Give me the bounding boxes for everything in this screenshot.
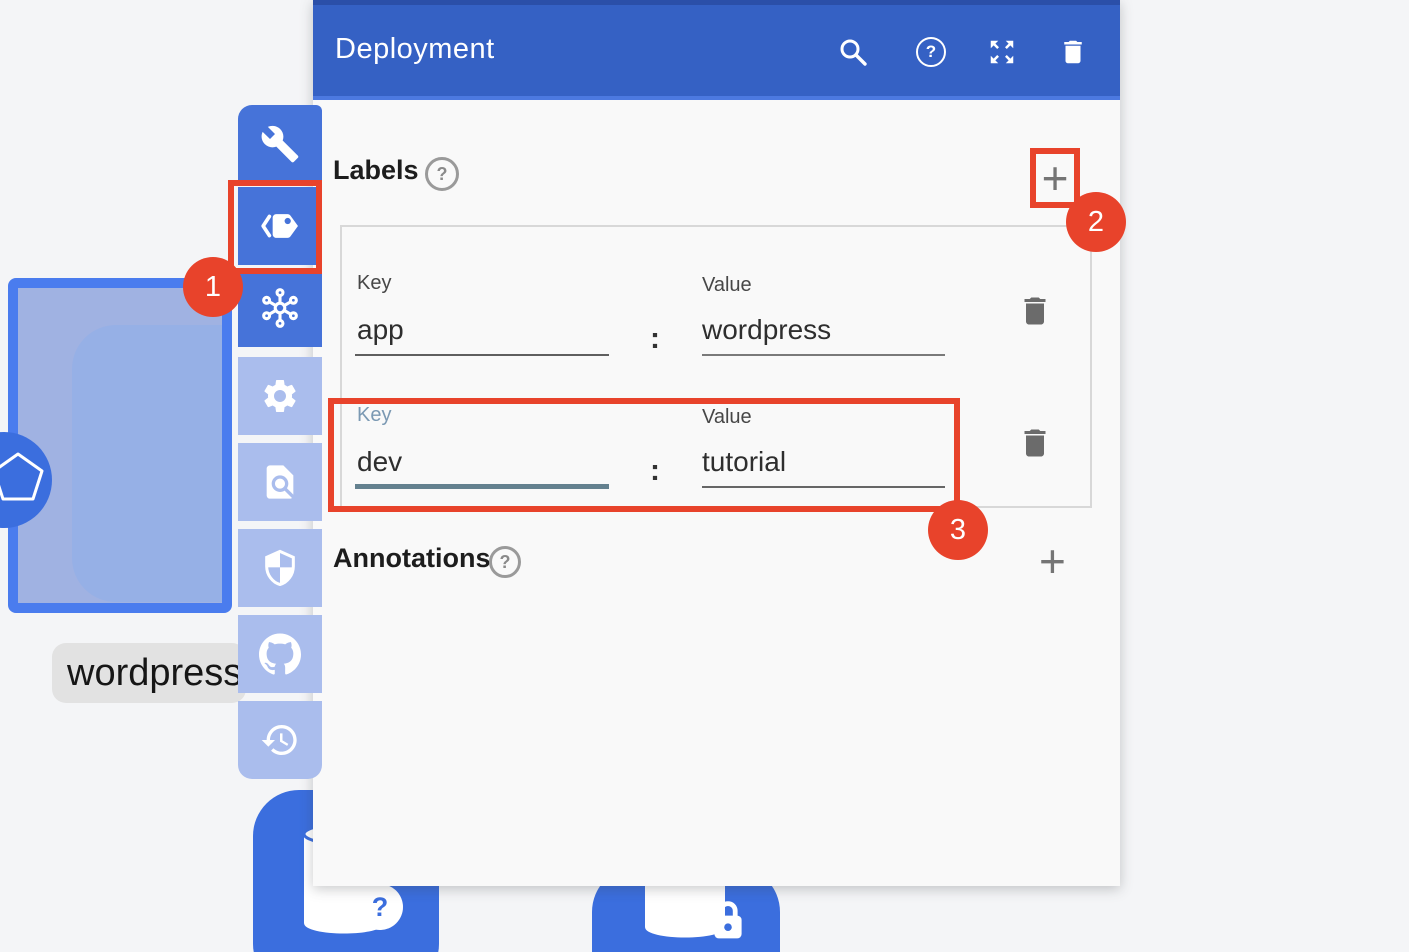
annotations-section-title: Annotations bbox=[333, 543, 490, 574]
sidebar-item-build[interactable] bbox=[238, 105, 322, 183]
trash-icon[interactable] bbox=[1058, 37, 1088, 67]
pod-port-circle[interactable] bbox=[0, 432, 52, 528]
hub-icon bbox=[258, 286, 302, 330]
delete-row-icon[interactable] bbox=[1017, 425, 1053, 461]
sidebar-item-network[interactable] bbox=[238, 269, 322, 347]
annotations-help-icon[interactable]: ? bbox=[489, 546, 521, 578]
step3-highlight-box bbox=[328, 398, 960, 512]
help-icon[interactable]: ? bbox=[916, 37, 946, 67]
step1-number: 1 bbox=[205, 271, 221, 304]
question-badge-text: ? bbox=[372, 892, 389, 923]
expand-icon[interactable] bbox=[987, 37, 1017, 67]
step2-highlight-box: + bbox=[1030, 148, 1080, 208]
panel-title: Deployment bbox=[335, 33, 495, 66]
annotations-help-text: ? bbox=[500, 552, 511, 573]
step2-badge: 2 bbox=[1066, 192, 1126, 252]
github-icon bbox=[259, 633, 301, 675]
value-input-underline bbox=[702, 354, 945, 356]
sidebar-item-security[interactable] bbox=[238, 529, 322, 607]
sidebar-item-github[interactable] bbox=[238, 615, 322, 693]
doc-search-icon bbox=[260, 462, 300, 502]
step3-badge: 3 bbox=[928, 500, 988, 560]
labels-help-text: ? bbox=[437, 164, 448, 185]
add-label-button[interactable]: + bbox=[1042, 155, 1069, 201]
step1-badge: 1 bbox=[183, 257, 243, 317]
panel-header-top-strip bbox=[313, 0, 1120, 5]
question-badge: ? bbox=[357, 884, 403, 930]
value-field-label: Value bbox=[702, 274, 752, 297]
gear-icon bbox=[260, 376, 300, 416]
labels-section-title: Labels bbox=[333, 155, 419, 186]
delete-row-icon[interactable] bbox=[1017, 293, 1053, 329]
step1-highlight-box bbox=[228, 180, 322, 274]
node-name-text: wordpress bbox=[67, 652, 242, 695]
colon-separator: : bbox=[650, 322, 660, 356]
step3-number: 3 bbox=[950, 514, 966, 547]
sidebar-item-settings[interactable] bbox=[238, 357, 322, 435]
key-input-underline bbox=[355, 354, 609, 356]
key-field-label: Key bbox=[357, 272, 391, 295]
wrench-icon bbox=[260, 124, 300, 164]
search-icon[interactable] bbox=[838, 37, 868, 67]
sidebar-item-history[interactable] bbox=[238, 701, 322, 779]
labels-help-icon[interactable]: ? bbox=[425, 157, 459, 191]
panel-header: Deployment ? bbox=[313, 0, 1120, 100]
deployment-node-inner bbox=[72, 325, 232, 602]
lock-icon bbox=[704, 894, 752, 946]
key-input[interactable]: app bbox=[357, 314, 404, 346]
history-icon bbox=[260, 720, 300, 760]
sidebar-item-preview[interactable] bbox=[238, 443, 322, 521]
pentagon-icon bbox=[0, 432, 52, 528]
add-annotation-button[interactable]: + bbox=[1039, 538, 1066, 584]
step2-number: 2 bbox=[1088, 206, 1104, 239]
value-input[interactable]: wordpress bbox=[702, 314, 831, 346]
node-name-label: wordpress bbox=[52, 643, 246, 703]
shield-icon bbox=[260, 548, 300, 588]
